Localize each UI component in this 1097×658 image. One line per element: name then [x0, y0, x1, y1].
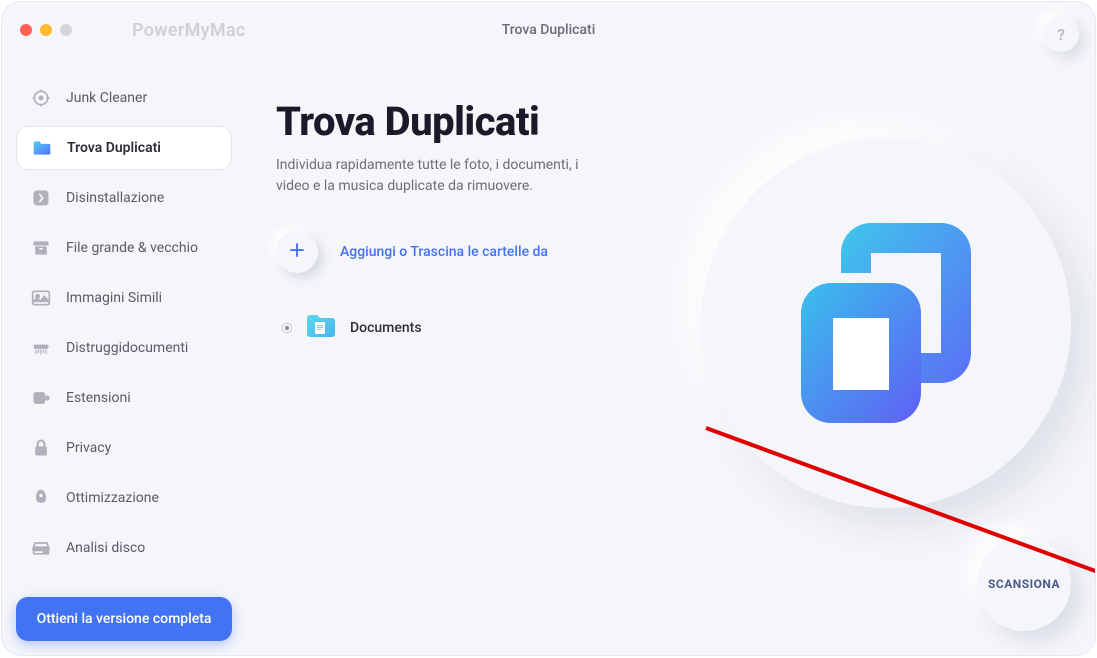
main-heading: Trova Duplicati	[276, 98, 1095, 145]
add-folder-button[interactable]	[276, 231, 318, 273]
sidebar-item-label: File grande & vecchio	[66, 240, 198, 256]
folder-name: Documents	[350, 320, 422, 336]
sidebar-item-immagini-simili[interactable]: Immagini Simili	[16, 276, 232, 320]
nav: Junk Cleaner Trova Duplicati	[16, 76, 232, 597]
app-icon	[30, 187, 52, 209]
main-subheading: Individua rapidamente tutte le foto, i d…	[276, 155, 606, 197]
sidebar-item-label: Immagini Simili	[66, 290, 162, 306]
sidebar-item-file-grande[interactable]: File grande & vecchio	[16, 226, 232, 270]
puzzle-icon	[30, 387, 52, 409]
sidebar-item-label: Trova Duplicati	[67, 140, 161, 156]
window-controls	[20, 24, 72, 36]
help-icon: ?	[1057, 25, 1065, 44]
scan-button-label: SCANSIONA	[988, 577, 1060, 591]
sidebar-item-label: Junk Cleaner	[66, 90, 147, 106]
sidebar-item-label: Privacy	[66, 440, 111, 456]
app-name: PowerMyMac	[132, 20, 246, 41]
rocket-icon	[30, 487, 52, 509]
sidebar-item-label: Analisi disco	[66, 540, 145, 556]
sidebar: Junk Cleaner Trova Duplicati	[2, 58, 246, 655]
sidebar-item-distruggidocumenti[interactable]: Distruggidocumenti	[16, 326, 232, 370]
sidebar-item-label: Ottimizzazione	[66, 490, 159, 506]
crosshair-icon	[30, 87, 52, 109]
window-minimize[interactable]	[40, 24, 52, 36]
window-maximize[interactable]	[60, 24, 72, 36]
upgrade-button-label: Ottieni la versione completa	[37, 611, 212, 627]
sidebar-item-label: Estensioni	[66, 390, 131, 406]
help-button[interactable]: ?	[1043, 16, 1079, 52]
folder-icon	[306, 313, 336, 343]
image-icon	[30, 287, 52, 309]
sidebar-item-label: Distruggidocumenti	[66, 340, 188, 356]
sidebar-item-junk-cleaner[interactable]: Junk Cleaner	[16, 76, 232, 120]
page-title: Trova Duplicati	[502, 22, 596, 38]
disk-icon	[30, 537, 52, 559]
sidebar-item-analisi-disco[interactable]: Analisi disco	[16, 526, 232, 570]
add-folder-label[interactable]: Aggiungi o Trascina le cartelle da	[340, 244, 548, 260]
folder-icon	[31, 137, 53, 159]
titlebar: PowerMyMac Trova Duplicati ?	[2, 2, 1095, 58]
archive-icon	[30, 237, 52, 259]
app-window: PowerMyMac Trova Duplicati ? Junk Cleane…	[1, 1, 1096, 656]
sidebar-item-trova-duplicati[interactable]: Trova Duplicati	[16, 126, 232, 170]
radio-icon[interactable]	[282, 323, 292, 333]
sidebar-item-disinstallazione[interactable]: Disinstallazione	[16, 176, 232, 220]
body: Junk Cleaner Trova Duplicati	[2, 58, 1095, 655]
sidebar-item-estensioni[interactable]: Estensioni	[16, 376, 232, 420]
lock-icon	[30, 437, 52, 459]
sidebar-item-label: Disinstallazione	[66, 190, 164, 206]
upgrade-button[interactable]: Ottieni la versione completa	[16, 597, 232, 641]
plus-icon	[288, 241, 306, 263]
main: Trova Duplicati Individua rapidamente tu…	[246, 58, 1095, 655]
window-close[interactable]	[20, 24, 32, 36]
hero-illustration	[701, 138, 1071, 508]
scan-button[interactable]: SCANSIONA	[977, 537, 1071, 631]
shredder-icon	[30, 337, 52, 359]
duplicate-file-icon	[801, 223, 971, 423]
sidebar-item-privacy[interactable]: Privacy	[16, 426, 232, 470]
sidebar-item-ottimizzazione[interactable]: Ottimizzazione	[16, 476, 232, 520]
